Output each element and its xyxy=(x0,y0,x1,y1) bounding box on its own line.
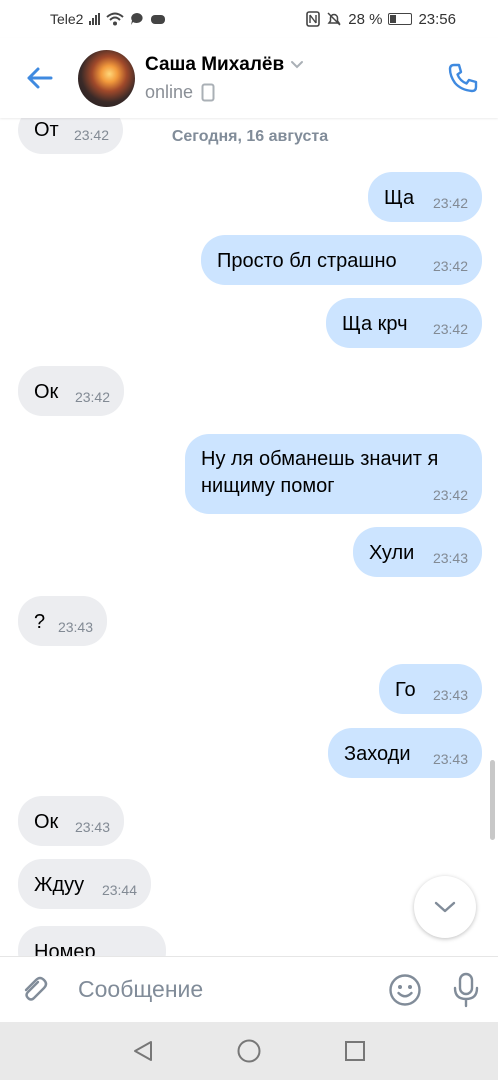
message-incoming[interactable]: ? 23:43 xyxy=(18,596,107,646)
nav-home-button[interactable] xyxy=(232,1034,266,1068)
mobile-device-icon xyxy=(201,83,215,101)
arrow-left-icon xyxy=(27,67,53,89)
nfc-icon xyxy=(306,11,321,27)
emoji-button[interactable] xyxy=(376,957,434,1023)
contact-name: Саша Михалёв xyxy=(145,53,285,75)
message-time: 23:43 xyxy=(74,819,110,835)
message-incoming[interactable]: От 23:42 xyxy=(18,118,123,154)
circle-home-icon xyxy=(237,1039,261,1063)
message-incoming[interactable]: Ждуу 23:44 xyxy=(18,859,151,909)
message-time: 23:43 xyxy=(432,550,468,566)
message-list[interactable]: Сегодня, 16 августа От 23:42 Ща 23:42 Пр… xyxy=(0,118,498,956)
contact-status: online xyxy=(145,81,194,102)
message-input[interactable]: Сообщение xyxy=(68,976,376,1003)
chevron-down-icon xyxy=(434,901,456,913)
message-text: От xyxy=(34,119,59,141)
message-time: 23:42 xyxy=(432,195,468,211)
message-time: 23:43 xyxy=(57,619,93,635)
status-bar: Tele2 28 % 23:56 xyxy=(0,0,498,38)
scroll-down-button[interactable] xyxy=(414,876,476,938)
contact-info[interactable]: Саша Михалёв online xyxy=(145,54,428,103)
message-time: 23:43 xyxy=(432,687,468,703)
chat-notification-icon xyxy=(131,13,144,25)
message-text: Номер xyxy=(34,941,96,956)
mute-bell-icon xyxy=(327,12,341,26)
message-text: Ок xyxy=(34,811,59,833)
chat-header: Саша Михалёв online xyxy=(0,38,498,118)
message-outgoing[interactable]: Ща крч 23:42 xyxy=(326,298,482,348)
message-text: Ща xyxy=(384,187,415,209)
message-text: Заходи xyxy=(344,743,411,765)
message-composer: Сообщение xyxy=(0,956,498,1022)
game-notification-icon xyxy=(151,15,166,24)
square-recents-icon xyxy=(345,1041,365,1061)
message-time: 23:42 xyxy=(432,487,468,503)
scrollbar[interactable] xyxy=(490,760,495,840)
system-navigation-bar xyxy=(0,1022,498,1080)
message-time: 23:42 xyxy=(432,321,468,337)
message-time: 23:42 xyxy=(432,258,468,274)
message-incoming[interactable]: Номер xyxy=(18,926,166,956)
message-time: 23:44 xyxy=(101,882,137,898)
message-time: 23:42 xyxy=(74,389,110,405)
voice-message-button[interactable] xyxy=(434,957,498,1023)
triangle-back-icon xyxy=(134,1041,152,1061)
battery-icon xyxy=(388,13,413,25)
message-text: Ща крч xyxy=(342,313,408,335)
nav-back-button[interactable] xyxy=(126,1034,160,1068)
message-text: Хули xyxy=(369,542,415,564)
smile-icon xyxy=(389,973,421,1006)
clock: 23:56 xyxy=(418,10,456,28)
message-outgoing[interactable]: Просто бл страшно 23:42 xyxy=(201,235,482,285)
message-outgoing[interactable]: Хули 23:43 xyxy=(353,527,482,577)
carrier-label: Tele2 xyxy=(50,11,84,27)
message-text: ? xyxy=(34,611,46,633)
message-time: 23:42 xyxy=(73,127,109,143)
message-text: Ок xyxy=(34,381,59,403)
message-outgoing[interactable]: Ну ля обманешь значит я нищиму помог 23:… xyxy=(185,434,482,514)
battery-percent: 28 % xyxy=(348,10,383,28)
message-text: Ждуу xyxy=(34,874,85,896)
paperclip-icon xyxy=(24,976,48,1001)
message-time: 23:43 xyxy=(432,751,468,767)
wifi-icon xyxy=(106,12,125,26)
message-outgoing[interactable]: Го 23:43 xyxy=(379,664,482,714)
phone-call-icon xyxy=(448,63,478,93)
message-outgoing[interactable]: Заходи 23:43 xyxy=(328,728,482,778)
message-incoming[interactable]: Ок 23:43 xyxy=(18,796,124,846)
back-button[interactable] xyxy=(0,38,78,118)
message-text: Просто бл страшно xyxy=(217,250,397,272)
chevron-down-icon xyxy=(291,60,304,68)
message-incoming[interactable]: Ок 23:42 xyxy=(18,366,124,416)
message-outgoing[interactable]: Ща 23:42 xyxy=(368,172,482,222)
avatar[interactable] xyxy=(78,49,135,107)
call-button[interactable] xyxy=(428,38,498,118)
microphone-icon xyxy=(453,972,479,1007)
signal-icon xyxy=(89,13,101,25)
message-text: Го xyxy=(395,679,416,701)
attach-button[interactable] xyxy=(0,957,68,1023)
nav-recents-button[interactable] xyxy=(338,1034,372,1068)
